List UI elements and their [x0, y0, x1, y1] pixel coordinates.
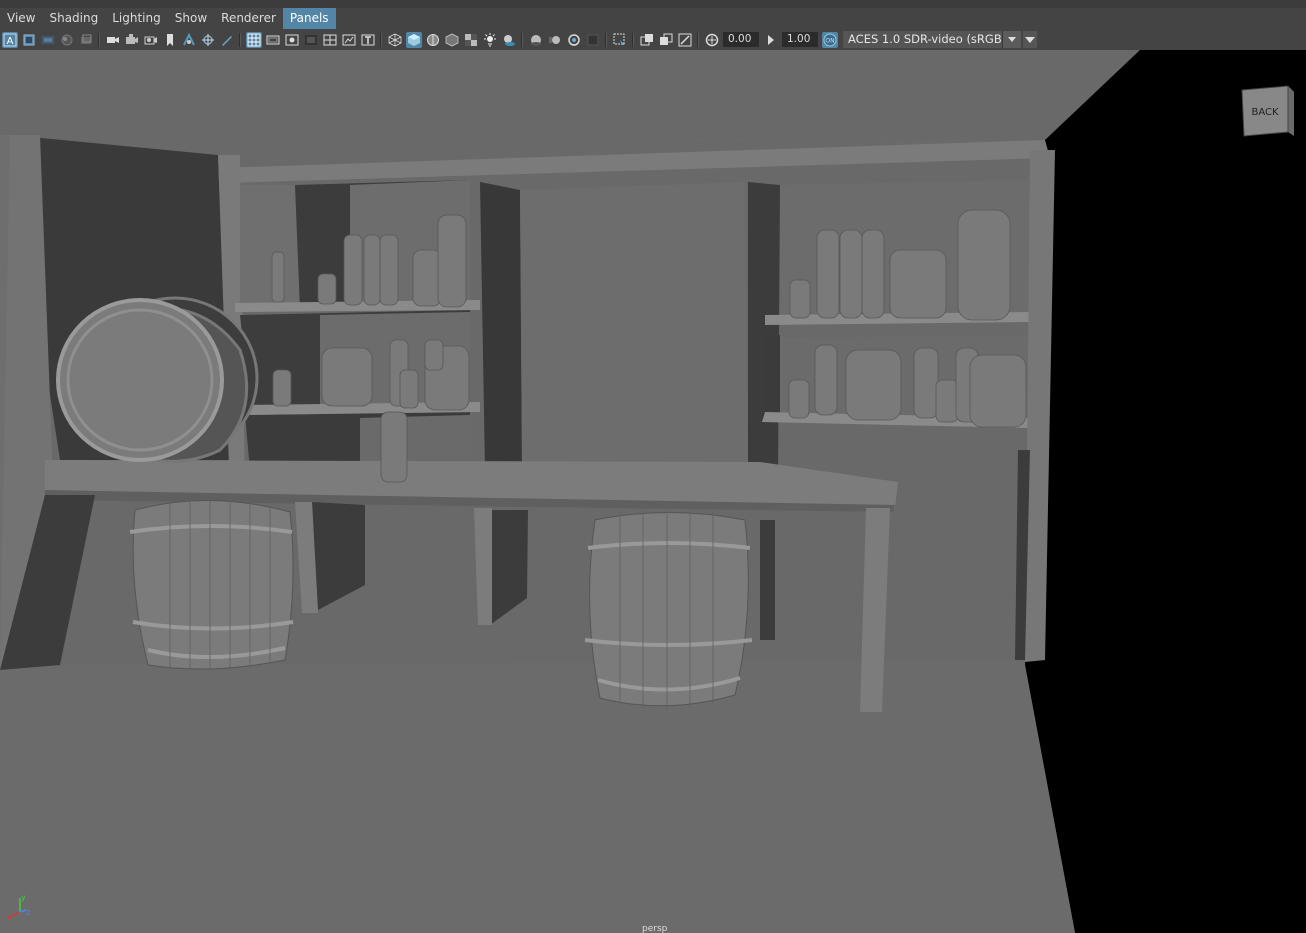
uv-toolkit-icon[interactable] [181, 32, 197, 48]
menu-shading[interactable]: Shading [42, 8, 105, 29]
axis-gizmo: y x z [6, 892, 36, 926]
camera-attributes-icon[interactable] [21, 32, 37, 48]
menu-panels[interactable]: Panels [282, 8, 336, 29]
xray-active-components-icon[interactable] [658, 32, 674, 48]
menu-show[interactable]: Show [168, 8, 214, 29]
barrel-standing-left [129, 497, 294, 671]
gamma-field[interactable]: 1.00 [782, 32, 818, 47]
shadows-icon[interactable] [501, 32, 517, 48]
image-plane-icon[interactable] [59, 32, 75, 48]
exposure-icon[interactable] [704, 32, 720, 48]
xray-icon[interactable] [639, 32, 655, 48]
screen-space-ambient-occlusion-icon[interactable] [528, 32, 544, 48]
anti-aliasing-icon[interactable] [566, 32, 582, 48]
exposure-field[interactable]: 0.00 [723, 32, 759, 47]
motion-blur-icon[interactable] [547, 32, 563, 48]
camera-film-gate-icon[interactable] [124, 32, 140, 48]
barrel-standing-center [584, 510, 753, 710]
gate-mask-icon[interactable] [303, 32, 319, 48]
chevron-down-icon[interactable] [1023, 31, 1037, 48]
wireframe-icon[interactable] [387, 32, 403, 48]
menu-view[interactable]: View [0, 8, 42, 29]
toolbar-separator [605, 32, 607, 47]
pencil-icon[interactable] [219, 32, 235, 48]
scene-render [0, 50, 1306, 933]
toolbar-separator [239, 32, 241, 47]
safe-action-icon[interactable] [341, 32, 357, 48]
bookmarks-icon[interactable] [40, 32, 56, 48]
use-all-lights-icon[interactable] [482, 32, 498, 48]
svg-text:A: A [6, 36, 13, 47]
menu-renderer[interactable]: Renderer [214, 8, 283, 29]
axis-y-label: y [21, 893, 26, 902]
barrel-lying [56, 296, 259, 463]
menu-lighting[interactable]: Lighting [105, 8, 168, 29]
gamma-icon[interactable] [763, 32, 779, 48]
view-transform-dropdown[interactable]: ACES 1.0 SDR-video (sRGB) [843, 31, 1021, 48]
depth-of-field-icon[interactable] [585, 32, 601, 48]
default-material-icon[interactable] [444, 32, 460, 48]
toolbar-separator [521, 32, 523, 47]
color-management-toggle-icon[interactable]: ON [821, 31, 838, 48]
textured-icon[interactable] [463, 32, 479, 48]
xray-joints-icon[interactable] [677, 32, 693, 48]
camera-name-label: persp [642, 924, 668, 933]
view-cube-label: BACK [1251, 107, 1279, 118]
film-gate-icon[interactable] [265, 32, 281, 48]
axis-x-label: x [7, 913, 12, 922]
toolbar-separator [632, 32, 634, 47]
axis-z-label: z [26, 908, 30, 917]
toolbar-separator [380, 32, 382, 47]
bookmark-icon[interactable] [162, 32, 178, 48]
chevron-down-icon[interactable] [1002, 31, 1021, 48]
panel-menubar: View Shading Lighting Show Renderer Pane… [0, 8, 1306, 29]
move-pivot-icon[interactable] [200, 32, 216, 48]
isolate-select-icon[interactable] [612, 32, 628, 48]
smooth-shade-all-icon[interactable] [405, 31, 422, 48]
svg-text:ON: ON [825, 37, 834, 44]
field-chart-icon[interactable] [322, 32, 338, 48]
toolbar-separator [98, 32, 100, 47]
camera-resolution-gate-icon[interactable] [143, 32, 159, 48]
wireframe-on-shaded-icon[interactable] [425, 32, 441, 48]
toolbar-separator [697, 32, 699, 47]
perspective-viewport[interactable]: BACK y x z persp [0, 50, 1306, 933]
grid-icon[interactable] [245, 31, 262, 48]
view-transform-label: ACES 1.0 SDR-video (sRGB) [848, 32, 1007, 46]
two-d-pan-zoom-icon[interactable] [78, 32, 94, 48]
grease-pencil-icon[interactable] [105, 32, 121, 48]
view-cube[interactable]: BACK [1238, 84, 1298, 146]
resolution-gate-icon[interactable] [284, 32, 300, 48]
panel-toolbar: A 0.00 1.00 ON ACES 1.0 SDR-video (sRGB) [0, 29, 1306, 50]
safe-title-icon[interactable] [360, 32, 376, 48]
select-camera-icon[interactable]: A [1, 31, 18, 48]
